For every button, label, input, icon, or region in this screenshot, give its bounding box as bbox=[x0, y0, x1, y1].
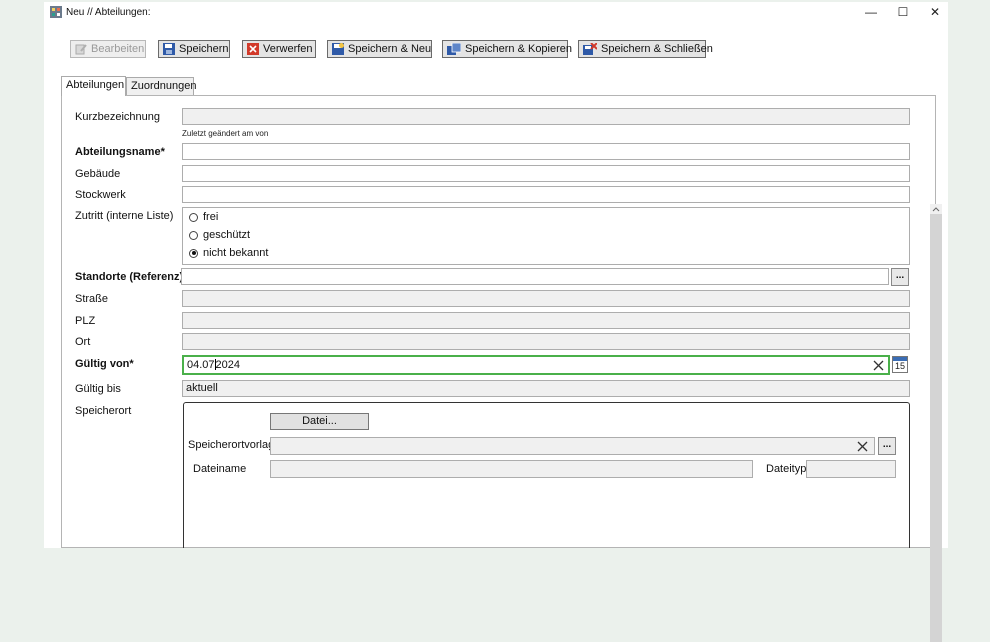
discard-label: Verwerfen bbox=[263, 43, 313, 55]
radio-nicht-bekannt[interactable]: nicht bekannt bbox=[189, 247, 268, 259]
save-copy-icon bbox=[447, 43, 461, 55]
minimize-icon: — bbox=[865, 5, 877, 19]
stockwerk-label: Stockwerk bbox=[75, 189, 126, 201]
gueltig-von-value-part1: 04.07 bbox=[187, 359, 215, 371]
dateityp-label: Dateityp bbox=[766, 463, 807, 475]
speicherortvorlage-input[interactable] bbox=[270, 437, 875, 455]
edit-label: Bearbeiten bbox=[91, 43, 145, 55]
kurzbezeichnung-label: Kurzbezeichnung bbox=[75, 111, 161, 123]
scroll-up-icon bbox=[930, 204, 942, 214]
toolbar: Bearbeiten Speichern Verwerfen Speichern… bbox=[44, 40, 948, 62]
save-close-label: Speichern & Schließen bbox=[601, 43, 713, 55]
radio-nicht-bekannt-label: nicht bekannt bbox=[203, 247, 269, 259]
datei-button[interactable]: Datei... bbox=[270, 413, 369, 430]
gueltig-bis-input[interactable]: aktuell bbox=[182, 380, 910, 397]
gueltig-von-value-part2: 2024 bbox=[215, 359, 241, 371]
plz-label: PLZ bbox=[75, 315, 96, 327]
standorte-input[interactable] bbox=[181, 268, 889, 285]
minimize-button[interactable]: — bbox=[855, 2, 887, 22]
edit-icon bbox=[75, 44, 87, 55]
save-copy-label: Speichern & Kopieren bbox=[465, 43, 573, 55]
app-icon bbox=[50, 6, 62, 18]
dateityp-input[interactable] bbox=[806, 460, 896, 478]
clear-icon[interactable] bbox=[873, 360, 884, 371]
gueltig-von-input[interactable]: 04.072024 bbox=[182, 355, 890, 375]
radio-frei-label: frei bbox=[203, 211, 219, 223]
title-bar: Neu // Abteilungen: — ☐ ✕ bbox=[44, 2, 948, 22]
abteilungsname-input[interactable] bbox=[182, 143, 910, 160]
save-close-icon bbox=[583, 43, 597, 55]
edit-button[interactable]: Bearbeiten bbox=[70, 40, 146, 58]
save-icon bbox=[163, 43, 175, 55]
kurzbezeichnung-input[interactable] bbox=[182, 108, 910, 125]
radio-geschuetzt[interactable]: geschützt bbox=[189, 229, 250, 241]
radio-circle-selected bbox=[189, 248, 198, 258]
calendar-day: 15 bbox=[895, 361, 906, 371]
radio-circle bbox=[189, 212, 198, 222]
radio-circle bbox=[189, 230, 198, 240]
strasse-label: Straße bbox=[75, 293, 109, 305]
discard-button[interactable]: Verwerfen bbox=[242, 40, 316, 58]
speicherortvorlage-label: Speicherortvorlage bbox=[188, 439, 281, 451]
save-button[interactable]: Speichern bbox=[158, 40, 230, 58]
save-label: Speichern bbox=[179, 43, 229, 55]
ort-label: Ort bbox=[75, 336, 91, 348]
dateiname-input[interactable] bbox=[270, 460, 753, 478]
standorte-browse-button[interactable]: ... bbox=[891, 268, 909, 286]
maximize-button[interactable]: ☐ bbox=[887, 2, 919, 22]
dateiname-label: Dateiname bbox=[193, 463, 247, 475]
abteilungsname-label: Abteilungsname* bbox=[75, 146, 165, 158]
clear-icon[interactable] bbox=[857, 441, 868, 452]
zutritt-radio-group: frei geschützt nicht bekannt bbox=[182, 207, 910, 265]
tab-zuordnungen[interactable]: Zuordnungen bbox=[126, 77, 196, 95]
vertical-scrollbar[interactable] bbox=[930, 204, 942, 642]
gueltig-von-label: Gültig von* bbox=[75, 358, 134, 370]
save-new-button[interactable]: Speichern & Neu bbox=[327, 40, 432, 58]
save-close-button[interactable]: Speichern & Schließen bbox=[578, 40, 713, 58]
close-button[interactable]: ✕ bbox=[919, 2, 951, 22]
speicherortvorlage-browse-button[interactable]: ... bbox=[878, 437, 896, 455]
strasse-input[interactable] bbox=[182, 290, 910, 307]
window-title: Neu // Abteilungen: bbox=[66, 7, 151, 18]
save-new-icon bbox=[332, 43, 344, 55]
calendar-button[interactable]: 15 bbox=[892, 356, 908, 373]
tab-abteilungen[interactable]: Abteilungen bbox=[61, 76, 126, 96]
close-icon: ✕ bbox=[929, 5, 941, 19]
dialog-window: Neu // Abteilungen: — ☐ ✕ Bearbeiten Spe… bbox=[44, 2, 948, 642]
datei-button-label: Datei... bbox=[302, 415, 337, 427]
save-new-label: Speichern & Neu bbox=[348, 43, 432, 55]
radio-geschuetzt-label: geschützt bbox=[203, 229, 251, 241]
discard-icon bbox=[247, 43, 259, 55]
gebaeude-input[interactable] bbox=[182, 165, 910, 182]
zutritt-label: Zutritt (interne Liste) bbox=[75, 210, 174, 222]
plz-input[interactable] bbox=[182, 312, 910, 329]
save-copy-button[interactable]: Speichern & Kopieren bbox=[442, 40, 572, 58]
last-changed-text: Zuletzt geändert am von bbox=[182, 129, 269, 138]
standorte-label: Standorte (Referenz)* bbox=[75, 271, 188, 283]
maximize-icon: ☐ bbox=[897, 5, 909, 19]
radio-frei[interactable]: frei bbox=[189, 211, 218, 223]
gebaeude-label: Gebäude bbox=[75, 168, 121, 180]
gueltig-bis-label: Gültig bis bbox=[75, 383, 121, 395]
speicherort-group: Datei... Speicherortvorlage ... Dateinam… bbox=[183, 402, 910, 548]
stockwerk-input[interactable] bbox=[182, 186, 910, 203]
ort-input[interactable] bbox=[182, 333, 910, 350]
speicherort-label: Speicherort bbox=[75, 405, 132, 417]
